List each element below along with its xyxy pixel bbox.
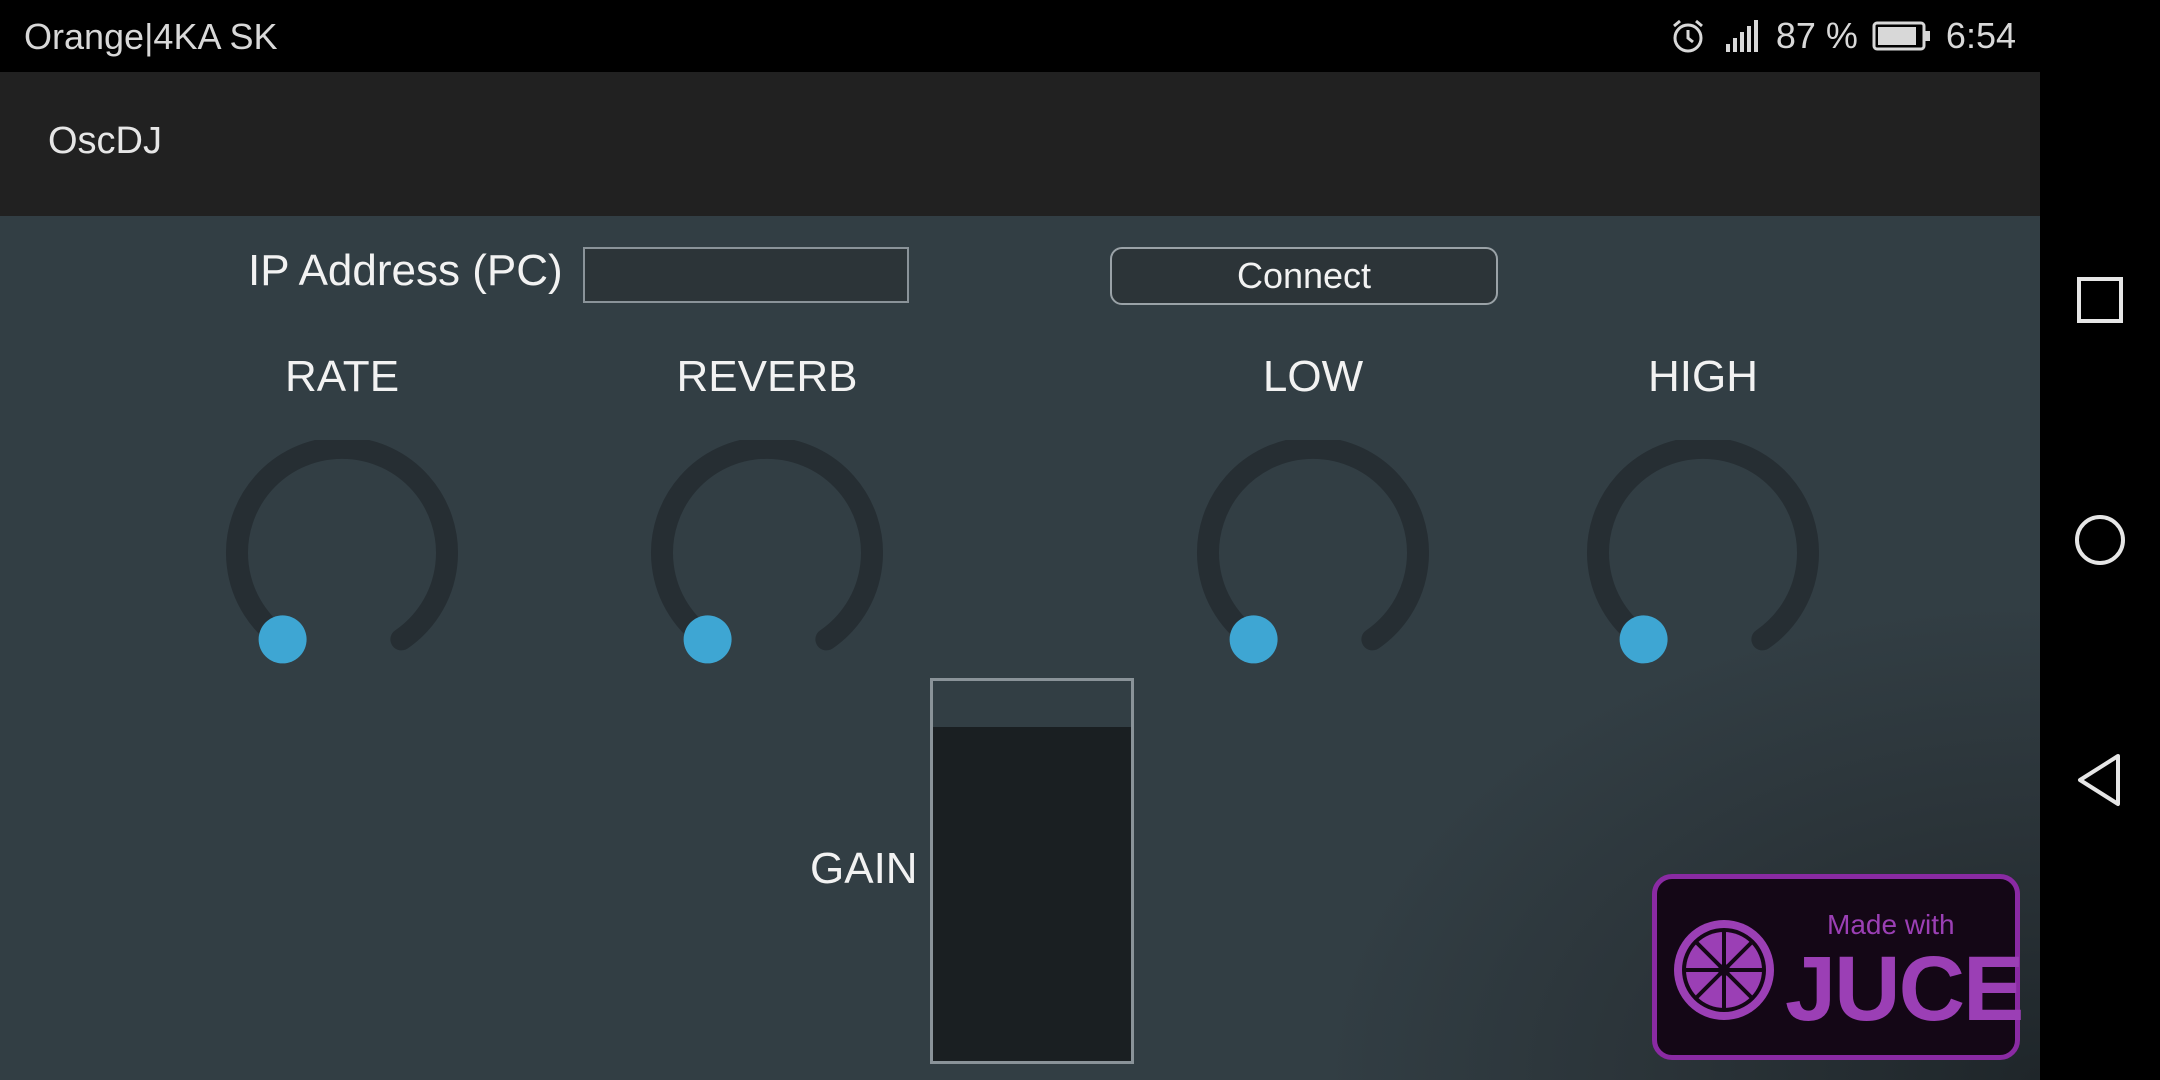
connect-button[interactable]: Connect <box>1110 247 1498 305</box>
rate-knob[interactable] <box>222 440 462 680</box>
juce-wheel-icon <box>1674 920 1774 1020</box>
juce-logo: Made with JUCE <box>1652 874 2024 1060</box>
app-bar: OscDJ <box>0 72 2040 216</box>
high-knob[interactable] <box>1583 440 1823 680</box>
reverb-knob-handle[interactable] <box>683 615 732 664</box>
reverb-knob[interactable] <box>647 440 887 680</box>
juce-wordmark: JUCE <box>1785 938 2024 1040</box>
main-panel: IP Address (PC) Connect RATE REVERB LOW … <box>0 216 2040 1080</box>
clock: 6:54 <box>1945 15 2016 56</box>
battery-icon <box>1872 20 1932 52</box>
gain-slider[interactable] <box>930 678 1134 1064</box>
status-bar: Orange|4KA SK 87 % 6:54 <box>0 0 2040 72</box>
signal-icon <box>1722 16 1762 56</box>
back-icon[interactable] <box>2070 750 2130 810</box>
low-knob-handle[interactable] <box>1229 615 1278 664</box>
low-label: LOW <box>1262 352 1364 401</box>
high-label: HIGH <box>1648 352 1758 401</box>
ip-address-input[interactable] <box>583 247 909 303</box>
ip-address-label: IP Address (PC) <box>248 246 563 295</box>
recents-icon[interactable] <box>2070 270 2130 330</box>
gain-label: GAIN <box>810 844 918 893</box>
app-title: OscDJ <box>48 120 162 162</box>
home-icon[interactable] <box>2070 510 2130 570</box>
gain-slider-fill <box>933 726 1131 1061</box>
carrier-name: Orange|4KA SK <box>24 16 278 57</box>
rate-knob-handle[interactable] <box>258 615 307 664</box>
status-icons: 87 % 6:54 <box>1668 14 2016 58</box>
high-knob-handle[interactable] <box>1619 615 1668 664</box>
rate-label: RATE <box>284 352 400 401</box>
reverb-label: REVERB <box>676 352 858 401</box>
alarm-icon <box>1668 16 1708 56</box>
battery-percent: 87 % <box>1775 15 1858 56</box>
navigation-bar <box>2040 0 2160 1080</box>
low-knob[interactable] <box>1193 440 1433 680</box>
